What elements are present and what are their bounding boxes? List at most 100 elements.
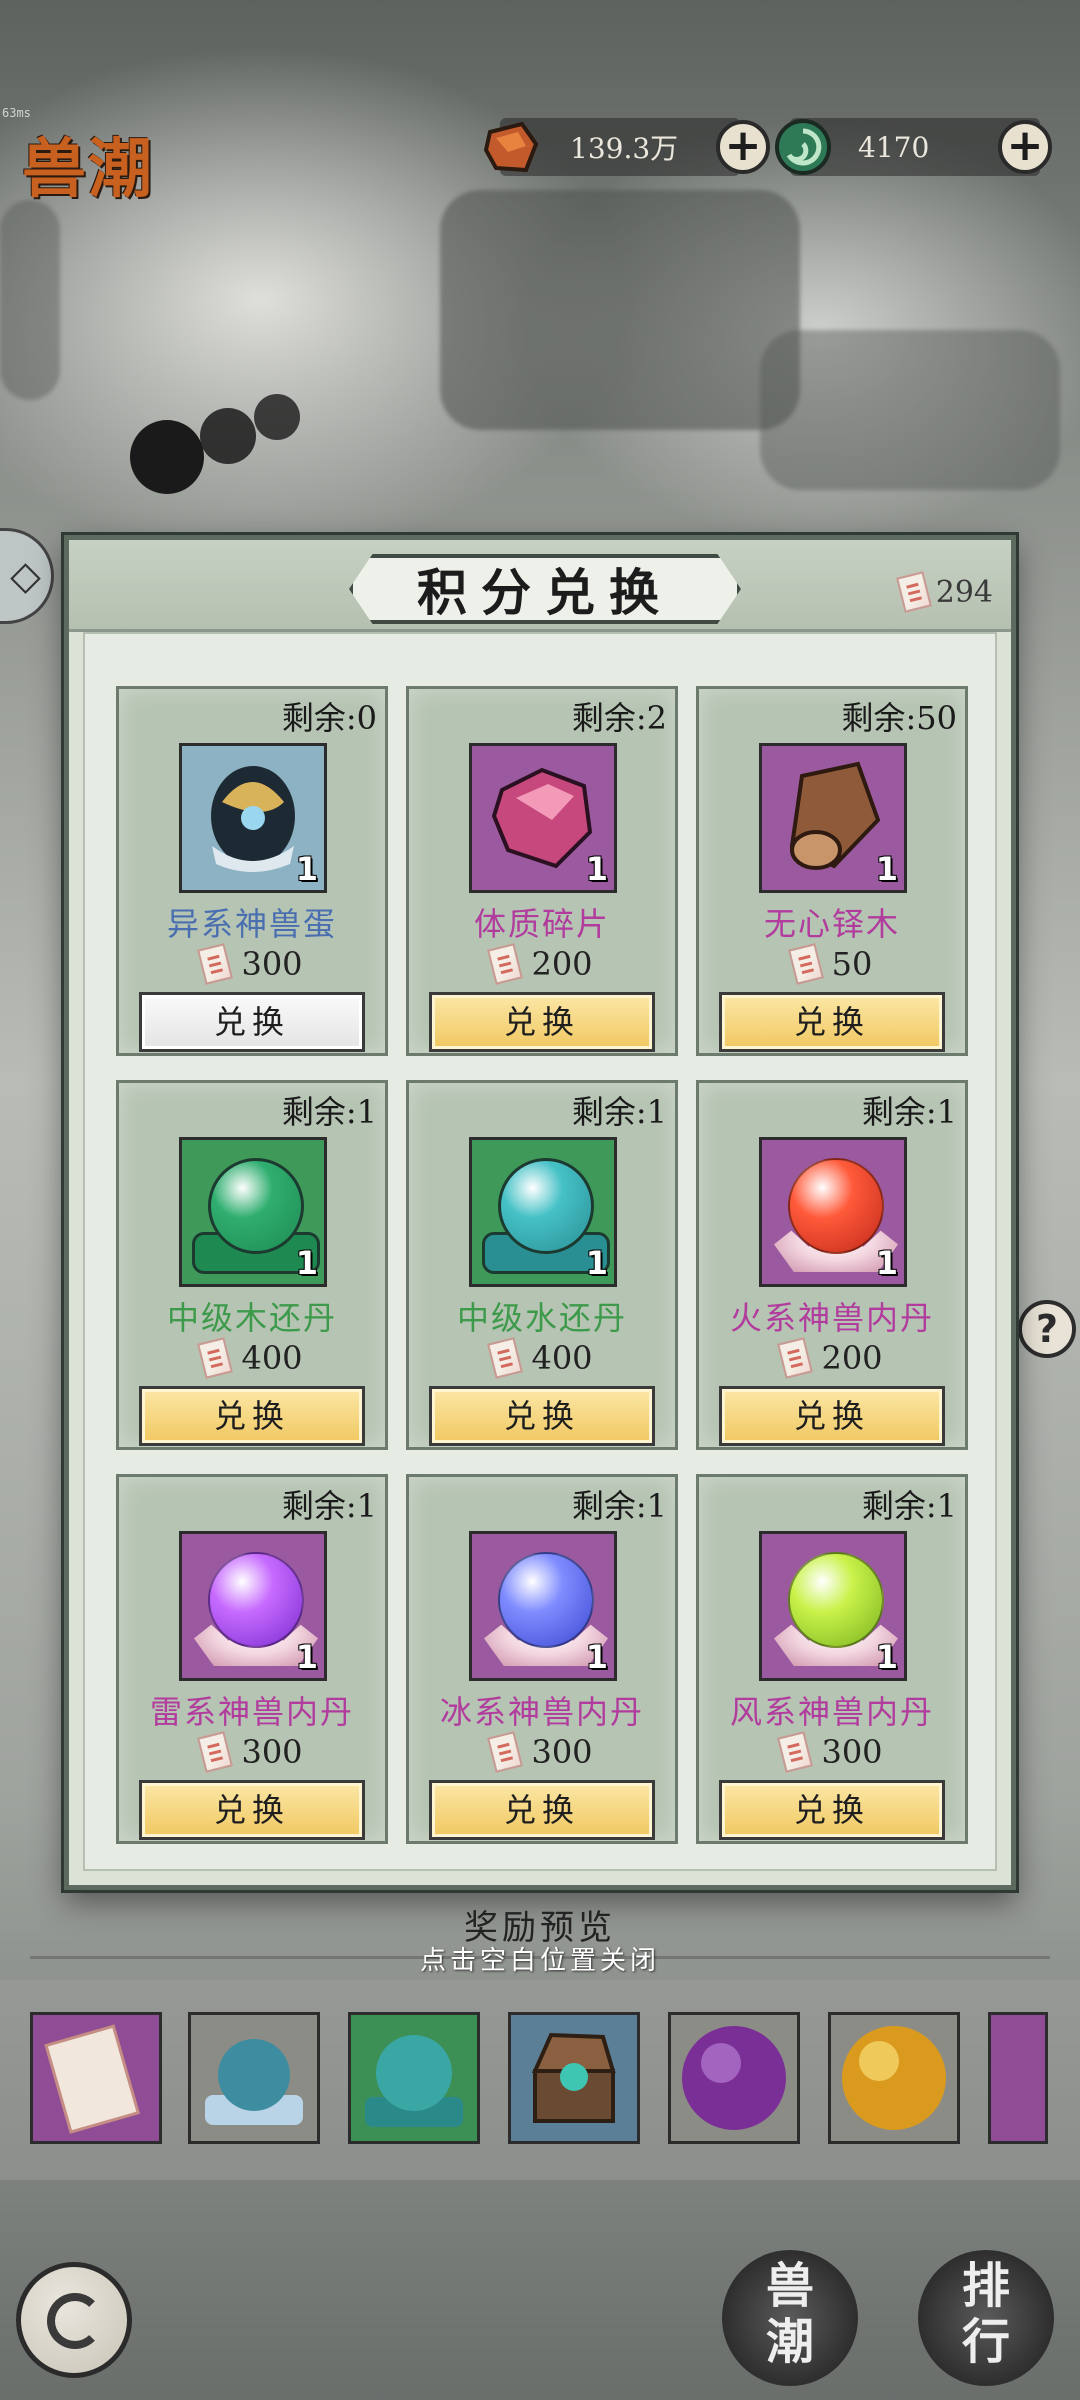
ticket-icon bbox=[197, 943, 234, 985]
panel-header: 积分兑换 294 bbox=[69, 540, 1011, 632]
exchange-item-card: 剩余:1 1 中级木还丹 400 兑换 bbox=[116, 1080, 388, 1450]
exchange-button[interactable]: 兑换 bbox=[719, 1780, 945, 1840]
item-icon-frame[interactable]: 1 bbox=[759, 1137, 907, 1287]
remaining-count: 剩余:50 bbox=[841, 699, 957, 737]
ticket-icon bbox=[787, 943, 824, 985]
exchange-item-card: 剩余:1 1 火系神兽内丹 200 兑换 bbox=[696, 1080, 968, 1450]
exchange-item-card: 剩余:1 1 雷系神兽内丹 300 兑换 bbox=[116, 1474, 388, 1844]
item-name: 火系神兽内丹 bbox=[729, 1299, 934, 1337]
exchange-button[interactable]: 兑换 bbox=[429, 1386, 655, 1446]
nav-ranking-button[interactable]: 排行 bbox=[918, 2250, 1054, 2386]
item-name: 雷系神兽内丹 bbox=[149, 1693, 354, 1731]
item-icon-frame[interactable]: 1 bbox=[759, 743, 907, 893]
background-rock bbox=[760, 330, 1060, 490]
points-balance: 294 bbox=[895, 571, 993, 613]
item-quantity: 1 bbox=[295, 1638, 318, 1676]
background-rock bbox=[440, 190, 800, 430]
ticket-icon bbox=[487, 1337, 524, 1379]
ticket-icon bbox=[777, 1731, 814, 1773]
item-icon-frame[interactable]: 1 bbox=[469, 743, 617, 893]
exchange-button[interactable]: 兑换 bbox=[139, 1386, 365, 1446]
item-cost: 200 bbox=[699, 1337, 965, 1379]
cost-value: 300 bbox=[241, 1733, 303, 1771]
back-button[interactable] bbox=[16, 2262, 132, 2378]
cost-value: 300 bbox=[821, 1733, 883, 1771]
ticket-icon bbox=[197, 1731, 234, 1773]
item-cost: 300 bbox=[699, 1731, 965, 1773]
ink-bead bbox=[130, 420, 204, 494]
cost-value: 200 bbox=[821, 1339, 883, 1377]
item-quantity: 1 bbox=[585, 1244, 608, 1282]
event-logo: 兽潮 bbox=[22, 132, 154, 207]
exchange-item-card: 剩余:1 1 中级水还丹 400 兑换 bbox=[406, 1080, 678, 1450]
item-quantity: 1 bbox=[875, 1638, 898, 1676]
exchange-item-card: 剩余:2 1 体质碎片 200 兑换 bbox=[406, 686, 678, 1056]
exchange-button[interactable]: 兑换 bbox=[429, 1780, 655, 1840]
ticket-icon bbox=[777, 1337, 814, 1379]
item-icon-frame[interactable]: 1 bbox=[469, 1137, 617, 1287]
item-name: 风系神兽内丹 bbox=[729, 1693, 934, 1731]
item-cost: 400 bbox=[119, 1337, 385, 1379]
item-icon-frame[interactable]: 1 bbox=[759, 1531, 907, 1681]
help-button[interactable]: ? bbox=[1018, 1300, 1076, 1358]
item-icon-frame[interactable]: 1 bbox=[179, 1137, 327, 1287]
ticket-icon bbox=[197, 1337, 234, 1379]
nav-beast-tide-label: 兽潮 bbox=[765, 2258, 814, 2370]
preview-golden-orb-icon[interactable] bbox=[828, 2012, 960, 2144]
remaining-count: 剩余:1 bbox=[861, 1093, 957, 1131]
preview-partial-item-icon[interactable] bbox=[988, 2012, 1048, 2144]
preview-treasure-chest-icon[interactable] bbox=[508, 2012, 640, 2144]
item-name: 无心铎木 bbox=[763, 905, 900, 943]
cost-value: 300 bbox=[241, 945, 303, 983]
item-icon-frame[interactable]: 1 bbox=[179, 1531, 327, 1681]
exchange-item-card: 剩余:1 1 冰系神兽内丹 300 兑换 bbox=[406, 1474, 678, 1844]
ink-bead bbox=[254, 394, 300, 440]
nav-ranking-label: 排行 bbox=[961, 2258, 1010, 2370]
item-cost: 300 bbox=[409, 1731, 675, 1773]
ticket-icon bbox=[487, 943, 524, 985]
exchange-button[interactable]: 兑换 bbox=[139, 992, 365, 1052]
add-jade-button[interactable]: + bbox=[998, 120, 1052, 174]
item-quantity: 1 bbox=[875, 1244, 898, 1282]
item-icon-frame[interactable]: 1 bbox=[469, 1531, 617, 1681]
item-name: 体质碎片 bbox=[473, 905, 610, 943]
ticket-icon bbox=[487, 1731, 524, 1773]
preview-ticket-icon[interactable] bbox=[30, 2012, 162, 2144]
exchange-button[interactable]: 兑换 bbox=[719, 992, 945, 1052]
ore-amount: 139.3万 bbox=[570, 132, 679, 165]
preview-purple-orb-icon[interactable] bbox=[668, 2012, 800, 2144]
exchange-item-card: 剩余:1 1 风系神兽内丹 300 兑换 bbox=[696, 1474, 968, 1844]
item-cost: 50 bbox=[699, 943, 965, 985]
add-ore-button[interactable]: + bbox=[716, 120, 770, 174]
preview-grey-orb-icon[interactable] bbox=[188, 2012, 320, 2144]
remaining-count: 剩余:1 bbox=[571, 1487, 667, 1525]
item-icon-frame[interactable]: 1 bbox=[179, 743, 327, 893]
item-name: 异系神兽蛋 bbox=[166, 905, 337, 943]
jade-amount: 4170 bbox=[858, 130, 930, 164]
item-cost: 300 bbox=[119, 943, 385, 985]
nav-beast-tide-button[interactable]: 兽潮 bbox=[722, 2250, 858, 2386]
back-arrow-icon bbox=[47, 2293, 103, 2349]
cost-value: 400 bbox=[531, 1339, 593, 1377]
ink-bead bbox=[200, 408, 256, 464]
exchange-button[interactable]: 兑换 bbox=[719, 1386, 945, 1446]
remaining-count: 剩余:0 bbox=[281, 699, 377, 737]
remaining-count: 剩余:1 bbox=[571, 1093, 667, 1131]
item-cost: 400 bbox=[409, 1337, 675, 1379]
item-cost: 200 bbox=[409, 943, 675, 985]
item-cost: 300 bbox=[119, 1731, 385, 1773]
item-name: 中级水还丹 bbox=[456, 1299, 627, 1337]
cost-value: 200 bbox=[531, 945, 593, 983]
close-hint[interactable]: 点击空白位置关闭 bbox=[0, 1940, 1080, 1977]
background-rock bbox=[0, 200, 60, 400]
exchange-item-card: 剩余:0 1 异系神兽蛋 300 兑换 bbox=[116, 686, 388, 1056]
exchange-button[interactable]: 兑换 bbox=[429, 992, 655, 1052]
cost-value: 300 bbox=[531, 1733, 593, 1771]
exchange-item-card: 剩余:50 1 无心铎木 50 兑换 bbox=[696, 686, 968, 1056]
points-value: 294 bbox=[935, 574, 993, 610]
ticket-icon bbox=[895, 571, 932, 613]
remaining-count: 剩余:1 bbox=[281, 1093, 377, 1131]
exchange-button[interactable]: 兑换 bbox=[139, 1780, 365, 1840]
panel-title: 积分兑换 bbox=[417, 563, 673, 622]
preview-green-elixir-icon[interactable] bbox=[348, 2012, 480, 2144]
